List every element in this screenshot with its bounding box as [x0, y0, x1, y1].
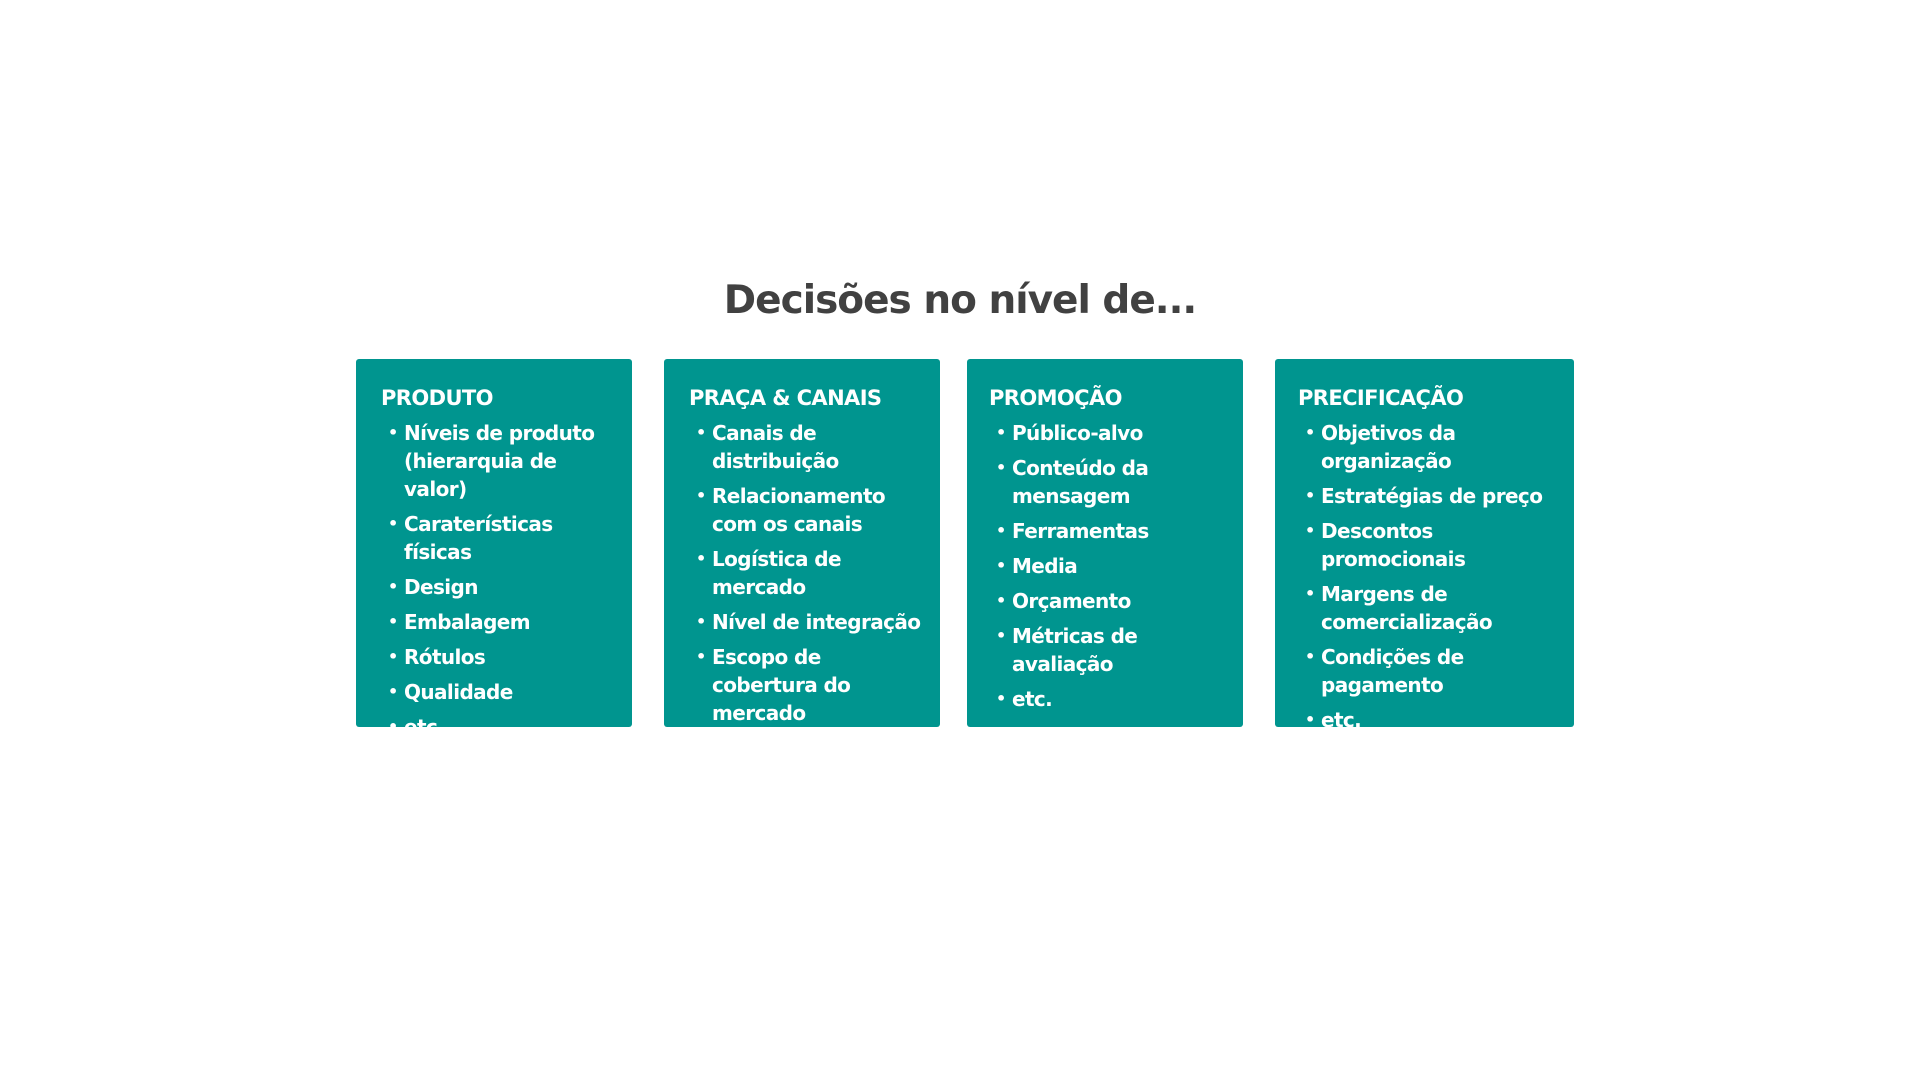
card-title: PRECIFICAÇÃO: [1298, 386, 1464, 410]
list-item-label: Condições de pagamento: [1321, 645, 1464, 697]
bullet-icon: •: [996, 591, 1006, 610]
list-item: • Embalagem: [388, 608, 622, 636]
bullet-icon: •: [996, 626, 1006, 645]
bullet-icon: •: [1305, 647, 1315, 666]
bullet-icon: •: [696, 612, 706, 631]
list-item: • Condições de pagamento: [1305, 643, 1568, 699]
bullet-icon: •: [696, 738, 706, 757]
list-item: • Objetivos da organização: [1305, 419, 1568, 475]
card-title: PRODUTO: [381, 386, 493, 410]
card-precificacao: PRECIFICAÇÃO • Objetivos da organização •…: [1275, 359, 1574, 732]
list-item-label: Media: [1012, 554, 1078, 578]
list-item: • Orçamento: [996, 587, 1233, 615]
bullet-icon: •: [388, 647, 398, 666]
list-item-label: Níveis de produto (hierarquia de valor): [404, 421, 595, 501]
bullet-icon: •: [696, 647, 706, 666]
list-item-label: Conteúdo da mensagem: [1012, 456, 1149, 508]
list-item: • Relacionamento com os canais: [696, 482, 930, 538]
list-item-label: Orçamento: [1012, 589, 1131, 613]
list-item-label: etc.: [1321, 708, 1362, 732]
list-item-label: Canais de distribuição: [712, 421, 839, 473]
list-item-label: Margens de comercialização: [1321, 582, 1493, 634]
list-item-label: Rótulos: [404, 645, 486, 669]
list-item-label: etc.: [1012, 687, 1053, 711]
bullet-icon: •: [696, 486, 706, 505]
list-item: • etc.: [388, 713, 622, 741]
list-item: • Qualidade: [388, 678, 622, 706]
list-item-label: Caraterísticas físicas: [404, 512, 553, 564]
list-item: • Escopo de cobertura do mercado: [696, 643, 930, 727]
list-item: • Métricas de avaliação: [996, 622, 1233, 678]
list-item: • Níveis de produto (hierarquia de valor): [388, 419, 622, 503]
bullet-icon: •: [388, 423, 398, 442]
bullet-icon: •: [388, 717, 398, 736]
bullet-icon: •: [1305, 710, 1315, 729]
bullet-icon: •: [388, 682, 398, 701]
list-item: • Descontos promocionais: [1305, 517, 1568, 573]
bullet-icon: •: [1305, 423, 1315, 442]
list-item-label: etc.: [712, 736, 753, 760]
bullet-icon: •: [996, 458, 1006, 477]
list-item: • etc.: [696, 734, 930, 762]
list-item: • Rótulos: [388, 643, 622, 671]
list-item: • Canais de distribuição: [696, 419, 930, 475]
list-item: • Caraterísticas físicas: [388, 510, 622, 566]
list-item-label: Nível de integração: [712, 610, 921, 634]
card-list: • Público-alvo • Conteúdo da mensagem • Fer…: [989, 419, 1233, 713]
list-item-label: Objetivos da organização: [1321, 421, 1456, 473]
card-list: • Objetivos da organização • Estratégias d…: [1298, 419, 1568, 734]
card-praca-canais: PRAÇA & CANAIS • Canais de distribuição •…: [664, 359, 940, 760]
card-list: • Níveis de produto (hierarquia de valor)…: [381, 419, 622, 741]
bullet-icon: •: [996, 521, 1006, 540]
bullet-icon: •: [996, 423, 1006, 442]
list-item: • etc.: [1305, 706, 1568, 734]
list-item: • Estratégias de preço: [1305, 482, 1568, 510]
list-item-label: Logística de mercado: [712, 547, 842, 599]
list-item-label: Design: [404, 575, 478, 599]
bullet-icon: •: [1305, 584, 1315, 603]
list-item-label: Descontos promocionais: [1321, 519, 1466, 571]
list-item-label: Público-alvo: [1012, 421, 1143, 445]
bullet-icon: •: [388, 577, 398, 596]
bullet-icon: •: [1305, 521, 1315, 540]
list-item: • Conteúdo da mensagem: [996, 454, 1233, 510]
card-list: • Canais de distribuição • Relacionamento …: [689, 419, 930, 762]
bullet-icon: •: [388, 514, 398, 533]
card-title: PROMOÇÃO: [989, 386, 1122, 410]
list-item-label: etc.: [404, 715, 445, 739]
list-item: • Margens de comercialização: [1305, 580, 1568, 636]
card-promocao: PROMOÇÃO • Público-alvo • Conteúdo da mens…: [967, 359, 1243, 727]
list-item: • Nível de integração: [696, 608, 930, 636]
page-title: Decisões no nível de...: [723, 278, 1197, 323]
list-item-label: Relacionamento com os canais: [712, 484, 886, 536]
bullet-icon: •: [1305, 486, 1315, 505]
list-item: • etc.: [996, 685, 1233, 713]
card-produto: PRODUTO • Níveis de produto (hierarquia d…: [356, 359, 632, 739]
bullet-icon: •: [996, 689, 1006, 708]
card-title: PRAÇA & CANAIS: [689, 386, 882, 410]
list-item-label: Qualidade: [404, 680, 513, 704]
list-item-label: Estratégias de preço: [1321, 484, 1543, 508]
list-item: • Ferramentas: [996, 517, 1233, 545]
list-item: • Público-alvo: [996, 419, 1233, 447]
list-item-label: Ferramentas: [1012, 519, 1149, 543]
bullet-icon: •: [696, 423, 706, 442]
list-item-label: Métricas de avaliação: [1012, 624, 1138, 676]
list-item-label: Escopo de cobertura do mercado: [712, 645, 851, 725]
bullet-icon: •: [696, 549, 706, 568]
list-item: • Media: [996, 552, 1233, 580]
list-item: • Design: [388, 573, 622, 601]
bullet-icon: •: [996, 556, 1006, 575]
list-item: • Logística de mercado: [696, 545, 930, 601]
bullet-icon: •: [388, 612, 398, 631]
list-item-label: Embalagem: [404, 610, 531, 634]
